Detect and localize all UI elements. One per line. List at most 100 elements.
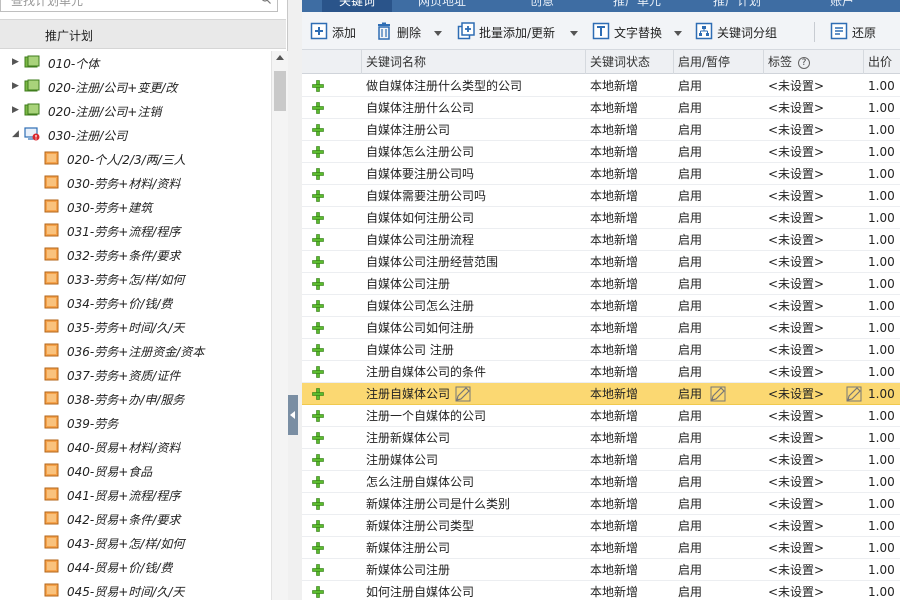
tag-cell[interactable]: <未设置>	[768, 273, 848, 295]
enable-cell[interactable]: 启用	[678, 229, 728, 251]
search-icon[interactable]	[261, 0, 271, 4]
keyword-name-cell[interactable]: 新媒体注册公司是什么类别	[366, 493, 582, 515]
table-row[interactable]: 新媒体注册公司 本地新增 启用 <未设置> 1.00	[302, 537, 900, 559]
tag-cell[interactable]: <未设置>	[768, 471, 848, 493]
tag-cell[interactable]: <未设置>	[768, 185, 848, 207]
bid-cell[interactable]: 1.00	[868, 515, 898, 537]
tag-cell[interactable]: <未设置>	[768, 229, 848, 251]
batch-dropdown-caret-icon[interactable]	[570, 31, 578, 36]
table-row[interactable]: 自媒体怎么注册公司 本地新增 启用 <未设置> 1.00	[302, 141, 900, 163]
expand-right-arrow-icon[interactable]: ▶	[12, 105, 22, 115]
delete-dropdown-caret-icon[interactable]	[434, 31, 442, 36]
expand-right-arrow-icon[interactable]: ▶	[12, 81, 22, 91]
keyword-name-cell[interactable]: 自媒体公司怎么注册	[366, 295, 582, 317]
plus-icon[interactable]	[312, 300, 324, 312]
enable-cell[interactable]: 启用	[678, 405, 728, 427]
tree-node[interactable]: ▶ 010-个体	[0, 51, 270, 75]
tree-node[interactable]: ◢ 030-注册/公司	[0, 123, 270, 147]
table-row[interactable]: 自媒体公司注册流程 本地新增 启用 <未设置> 1.00	[302, 229, 900, 251]
col-keyword-name[interactable]: 关键词名称	[362, 50, 586, 74]
tag-cell[interactable]: <未设置>	[768, 163, 848, 185]
enable-cell[interactable]: 启用	[678, 185, 728, 207]
tag-cell[interactable]: <未设置>	[768, 97, 848, 119]
tree-node[interactable]: 041-贸易+流程/程序	[0, 483, 270, 507]
enable-cell[interactable]: 启用	[678, 449, 728, 471]
tree-scrollbar[interactable]	[271, 51, 288, 600]
tree-node[interactable]: 039-劳务	[0, 411, 270, 435]
col-keyword-status[interactable]: 关键词状态	[586, 50, 674, 74]
tree-node[interactable]: 038-劳务+办/申/服务	[0, 387, 270, 411]
keyword-name-cell[interactable]: 自媒体怎么注册公司	[366, 141, 582, 163]
bid-cell[interactable]: 1.00	[868, 207, 898, 229]
plus-icon[interactable]	[312, 234, 324, 246]
bid-cell[interactable]: 1.00	[868, 383, 898, 405]
enable-cell[interactable]: 启用	[678, 273, 728, 295]
tag-cell[interactable]: <未设置>	[768, 537, 848, 559]
tag-cell[interactable]: <未设置>	[768, 207, 848, 229]
tree-node[interactable]: 040-贸易+材料/资料	[0, 435, 270, 459]
enable-cell[interactable]: 启用	[678, 75, 728, 97]
tab-5[interactable]: 账户	[812, 0, 872, 12]
plus-icon[interactable]	[312, 586, 324, 598]
keyword-name-cell[interactable]: 自媒体公司 注册	[366, 339, 582, 361]
keyword-name-cell[interactable]: 如何注册自媒体公司	[366, 581, 582, 600]
table-row[interactable]: 做自媒体注册什么类型的公司 本地新增 启用 <未设置> 1.00	[302, 75, 900, 97]
tag-cell[interactable]: <未设置>	[768, 141, 848, 163]
plus-icon[interactable]	[312, 542, 324, 554]
table-row[interactable]: 注册自媒体公司 本地新增 启用 <未设置> 1.00	[302, 383, 900, 405]
plus-icon[interactable]	[312, 564, 324, 576]
tab-4[interactable]: 推广计划	[702, 0, 772, 12]
enable-cell[interactable]: 启用	[678, 251, 728, 273]
plan-search-box[interactable]: 查找计划单元	[0, 0, 278, 12]
tree-node[interactable]: 034-劳务+价/钱/费	[0, 291, 270, 315]
col-bid[interactable]: 出价	[864, 50, 900, 74]
plus-icon[interactable]	[312, 410, 324, 422]
bid-cell[interactable]: 1.00	[868, 581, 898, 600]
table-row[interactable]: 自媒体注册什么公司 本地新增 启用 <未设置> 1.00	[302, 97, 900, 119]
enable-cell[interactable]: 启用	[678, 471, 728, 493]
plus-icon[interactable]	[312, 476, 324, 488]
bid-cell[interactable]: 1.00	[868, 559, 898, 581]
bid-cell[interactable]: 1.00	[868, 537, 898, 559]
plus-icon[interactable]	[312, 80, 324, 92]
plus-icon[interactable]	[312, 212, 324, 224]
plus-icon[interactable]	[312, 520, 324, 532]
plus-icon[interactable]	[312, 124, 324, 136]
scroll-up-arrow-icon[interactable]	[276, 55, 284, 60]
keyword-name-cell[interactable]: 注册一个自媒体的公司	[366, 405, 582, 427]
tree-node[interactable]: 030-劳务+建筑	[0, 195, 270, 219]
enable-cell[interactable]: 启用	[678, 295, 728, 317]
enable-cell[interactable]: 启用	[678, 581, 728, 600]
keyword-name-cell[interactable]: 做自媒体注册什么类型的公司	[366, 75, 582, 97]
enable-cell[interactable]: 启用	[678, 537, 728, 559]
bid-cell[interactable]: 1.00	[868, 251, 898, 273]
enable-cell[interactable]: 启用	[678, 515, 728, 537]
tree-node[interactable]: ▶ 020-注册/公司+注销	[0, 99, 270, 123]
plus-icon[interactable]	[312, 146, 324, 158]
keyword-name-cell[interactable]: 怎么注册自媒体公司	[366, 471, 582, 493]
tag-cell[interactable]: <未设置>	[768, 383, 848, 405]
plus-icon[interactable]	[312, 322, 324, 334]
table-row[interactable]: 新媒体公司注册 本地新增 启用 <未设置> 1.00	[302, 559, 900, 581]
keyword-name-cell[interactable]: 自媒体公司注册经营范围	[366, 251, 582, 273]
bid-cell[interactable]: 1.00	[868, 361, 898, 383]
tab-0[interactable]: 关键词	[322, 0, 392, 12]
tag-cell[interactable]: <未设置>	[768, 427, 848, 449]
plus-icon[interactable]	[312, 344, 324, 356]
bid-cell[interactable]: 1.00	[868, 471, 898, 493]
tab-2[interactable]: 创意	[512, 0, 572, 12]
tag-cell[interactable]: <未设置>	[768, 251, 848, 273]
plus-icon[interactable]	[312, 278, 324, 290]
tag-cell[interactable]: <未设置>	[768, 317, 848, 339]
enable-cell[interactable]: 启用	[678, 119, 728, 141]
keyword-name-cell[interactable]: 自媒体如何注册公司	[366, 207, 582, 229]
bid-cell[interactable]: 1.00	[868, 339, 898, 361]
tree-node[interactable]: 030-劳务+材料/资料	[0, 171, 270, 195]
table-row[interactable]: 自媒体公司注册 本地新增 启用 <未设置> 1.00	[302, 273, 900, 295]
bid-cell[interactable]: 1.00	[868, 405, 898, 427]
table-row[interactable]: 自媒体公司 注册 本地新增 启用 <未设置> 1.00	[302, 339, 900, 361]
table-row[interactable]: 注册自媒体公司的条件 本地新增 启用 <未设置> 1.00	[302, 361, 900, 383]
tree-node[interactable]: 044-贸易+价/钱/费	[0, 555, 270, 579]
tag-cell[interactable]: <未设置>	[768, 119, 848, 141]
plus-icon[interactable]	[312, 498, 324, 510]
